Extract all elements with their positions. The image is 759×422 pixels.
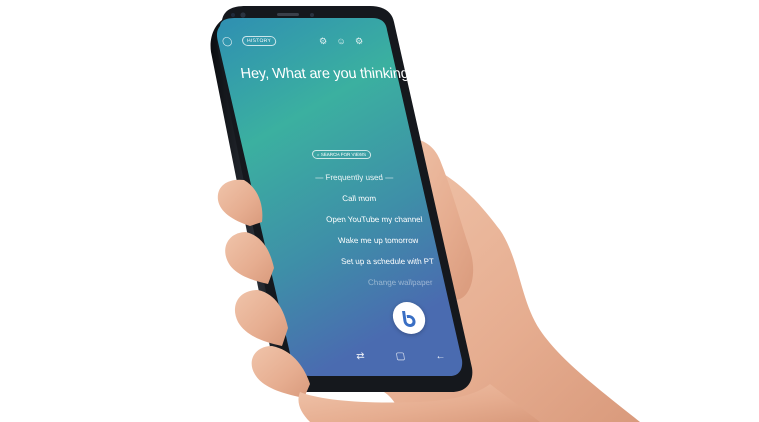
frequently-used-title: — Frequently used — (314, 173, 394, 182)
photo-scene: ◯ HISTORY ⚙ ☺ ⚙ Hey, What are you thinki… (0, 0, 759, 422)
greeting-title: Hey, What are you thinking? (239, 66, 418, 82)
front-camera (240, 12, 246, 18)
command-item[interactable]: Wake me up tomorrow (338, 236, 419, 245)
search-views-button[interactable]: ⌕ SEARCH FOR VIEWS (311, 150, 372, 159)
command-item[interactable]: Change wallpaper (367, 278, 433, 287)
command-item[interactable]: Open YouTube my channel (326, 215, 423, 224)
chat-icon[interactable]: ☺ (335, 36, 347, 46)
earpiece (277, 13, 299, 16)
command-item[interactable]: Call mom (342, 194, 377, 203)
settings-icon[interactable]: ⚙ (317, 36, 328, 46)
home-icon[interactable]: ▢ (394, 351, 408, 363)
bixby-icon (402, 311, 416, 327)
history-button[interactable]: HISTORY (241, 36, 277, 46)
recents-icon[interactable]: ⇄ (354, 351, 368, 363)
gear-icon[interactable]: ⚙ (353, 36, 364, 46)
iris-sensor (231, 13, 235, 17)
back-icon[interactable]: ← (434, 351, 448, 363)
search-label: SEARCH FOR VIEWS (320, 152, 367, 157)
proximity-sensor (310, 13, 314, 17)
back-circle-icon[interactable]: ◯ (221, 36, 232, 46)
command-item[interactable]: Set up a schedule with PT (340, 257, 434, 266)
bixby-voice-button[interactable] (390, 302, 428, 334)
